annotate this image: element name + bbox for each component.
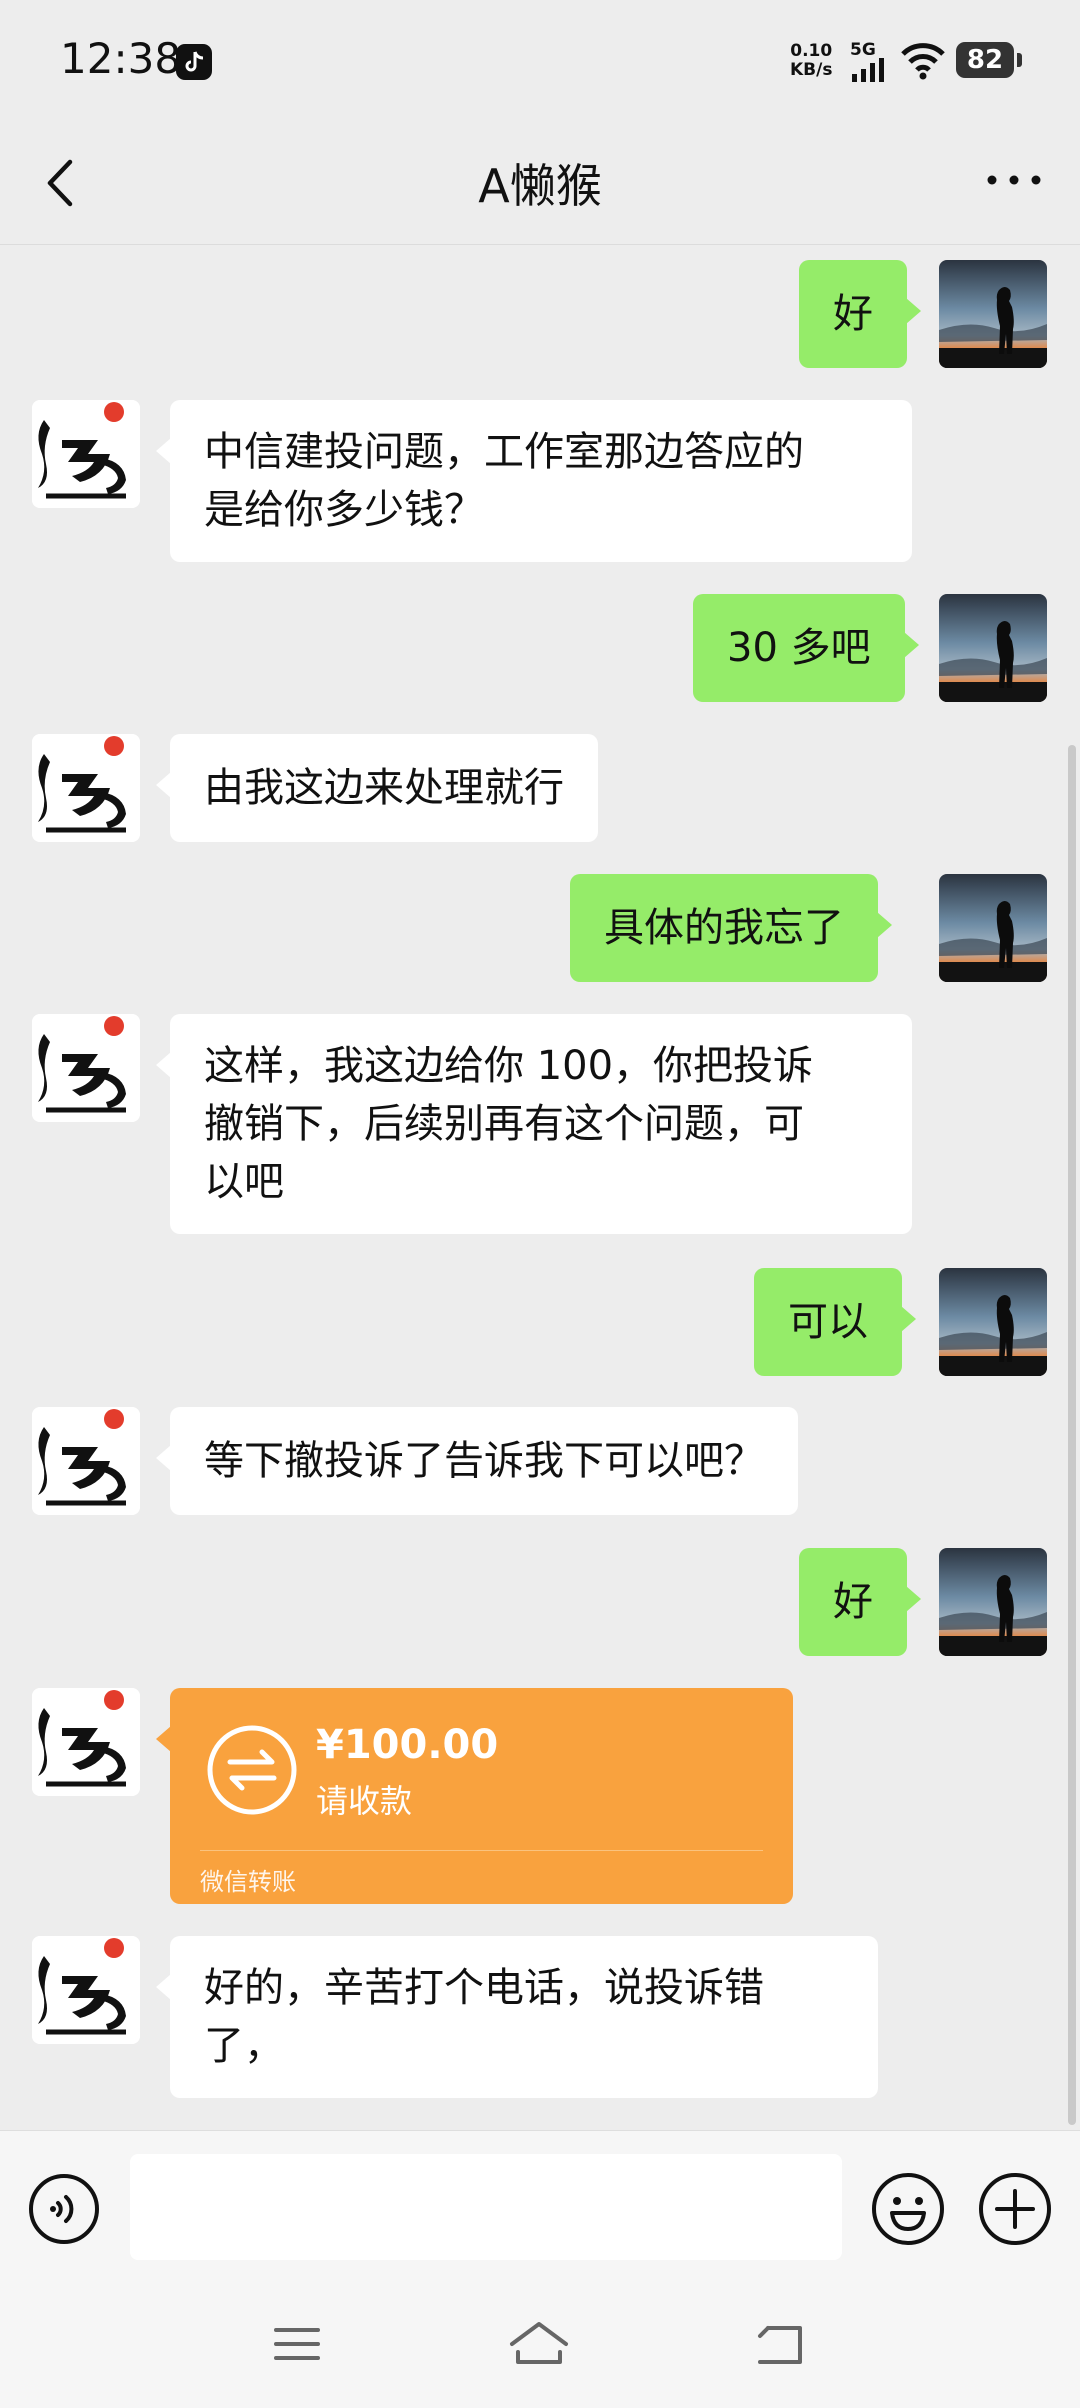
net-speed-value: 0.10 [790,41,833,61]
net-speed-unit: KB/s [790,60,833,80]
my-avatar[interactable] [939,1268,1047,1376]
message-text: 由我这边来处理就行 [204,765,564,811]
contact-avatar[interactable] [32,734,140,842]
message-bubble[interactable]: 好的，辛苦打个电话，说投诉错 了， [156,1936,878,2098]
emoji-icon[interactable] [870,2171,946,2247]
message-bubble[interactable]: 这样，我这边给你 100，你把投诉 撤销下，后续别再有这个问题，可 以吧 [156,1014,912,1234]
message-text: 具体的我忘了 [604,905,844,951]
message-text: 好 [833,291,873,337]
message-bubble[interactable]: 具体的我忘了 [570,874,892,982]
home-icon[interactable] [506,2318,572,2368]
system-nav-bar [0,2280,1080,2408]
message-line: 是给你多少钱？ [204,487,484,533]
status-bar: 12:38 0.10 KB/s 5G 82 [0,0,1080,120]
input-bar [0,2130,1080,2281]
message-line: 这样，我这边给你 100，你把投诉 [204,1043,814,1089]
menu-icon[interactable] [272,2324,322,2364]
my-avatar[interactable] [939,874,1047,982]
message-text: 等下撤投诉了告诉我下可以吧？ [204,1438,764,1484]
back-nav-icon[interactable] [752,2322,808,2368]
transfer-amount: ¥100.00 [316,1722,499,1768]
contact-avatar[interactable] [32,400,140,508]
transfer-card[interactable]: ¥100.00 请收款 微信转账 [156,1688,793,1904]
plus-icon[interactable] [977,2171,1053,2247]
more-dots-icon[interactable] [984,170,1044,190]
message-text: 30 多吧 [727,625,871,671]
message-line: 好的，辛苦打个电话，说投诉错 [204,1965,764,2011]
contact-avatar[interactable] [32,1407,140,1515]
net-speed: 0.10 KB/s [790,42,832,80]
transfer-icon [207,1725,297,1815]
signal-icon [852,58,884,82]
message-text: 好 [833,1579,873,1625]
message-bubble[interactable]: 等下撤投诉了告诉我下可以吧？ [156,1407,798,1515]
contact-avatar[interactable] [32,1014,140,1122]
message-line: 撤销下，后续别再有这个问题，可 [204,1101,804,1147]
divider [200,1850,763,1851]
message-bubble[interactable]: 好 [799,1548,921,1656]
message-bubble[interactable]: 30 多吧 [693,594,919,702]
my-avatar[interactable] [939,1548,1047,1656]
status-time: 12:38 [60,34,182,83]
message-line: 了， [204,2023,284,2069]
transfer-footer: 微信转账 [200,1868,296,1896]
message-bubble[interactable]: 可以 [754,1268,916,1376]
message-bubble[interactable]: 中信建投问题，工作室那边答应的 是给你多少钱？ [156,400,912,562]
message-line: 以吧 [204,1159,284,1205]
network-type: 5G [850,40,876,60]
contact-avatar[interactable] [32,1688,140,1796]
message-text: 可以 [788,1299,868,1345]
voice-icon[interactable] [28,2173,100,2245]
chat-header: A懒猴 [0,120,1080,245]
wifi-icon [901,43,945,80]
message-input[interactable] [130,2154,842,2260]
tiktok-notification-icon [176,44,212,80]
my-avatar[interactable] [939,594,1047,702]
message-bubble[interactable]: 好 [799,260,921,368]
my-avatar[interactable] [939,260,1047,368]
message-bubble[interactable]: 由我这边来处理就行 [156,734,598,842]
message-line: 中信建投问题，工作室那边答应的 [204,429,804,475]
battery-indicator: 82 [956,42,1022,78]
transfer-status: 请收款 [316,1782,413,1820]
contact-avatar[interactable] [32,1936,140,2044]
scrollbar[interactable] [1068,745,1076,2125]
chat-title: A懒猴 [478,159,602,213]
